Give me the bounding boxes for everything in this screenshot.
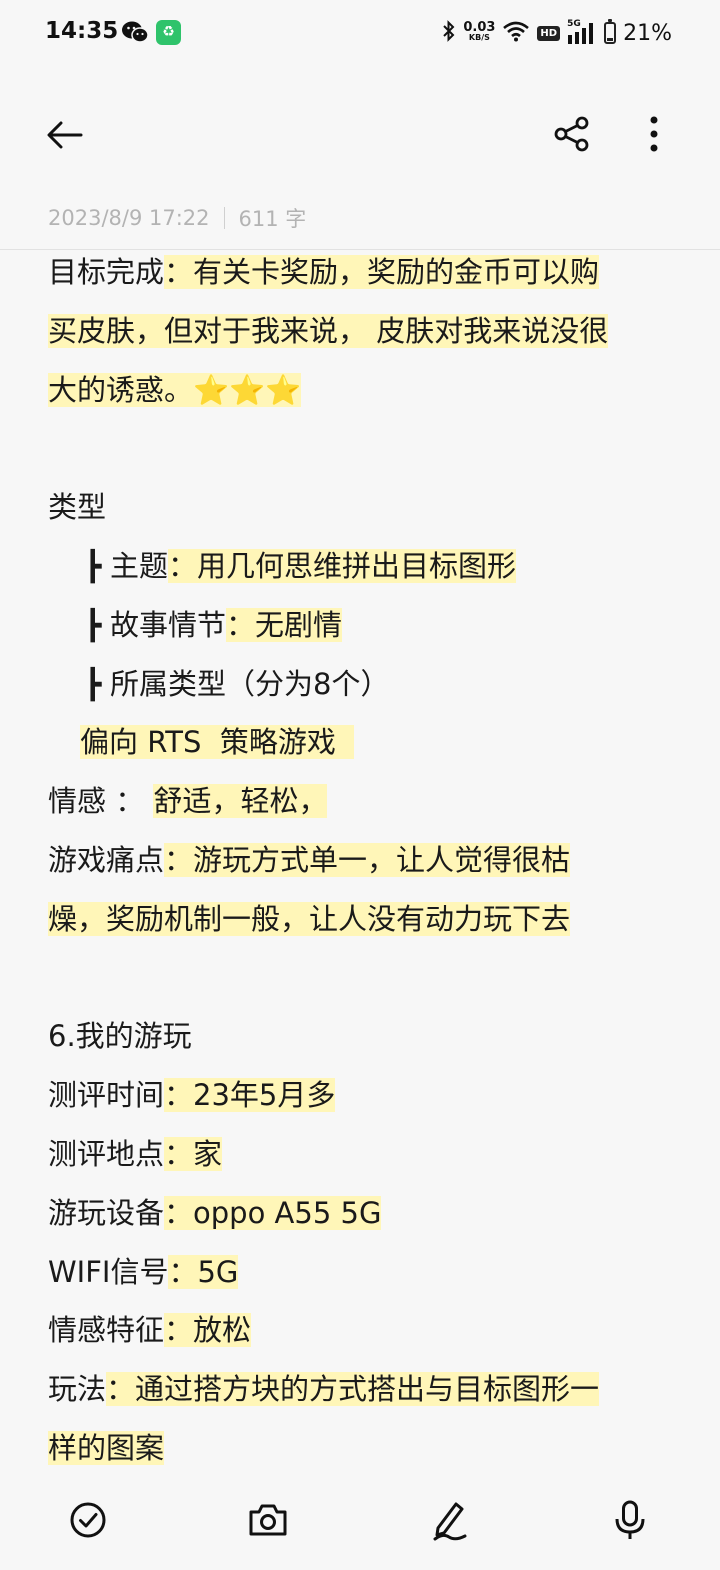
highlight-text: ：oppo A55 5G — [164, 1195, 382, 1230]
hd-voice-badge: HD — [537, 25, 561, 41]
battery-percent: 21% — [623, 20, 672, 46]
wechat-icon — [121, 20, 149, 44]
back-arrow-icon — [47, 121, 83, 149]
theme-label: 主题 — [110, 548, 169, 583]
network-speed: 0.03 KB/S — [463, 20, 496, 42]
note-line: 测评地点：家 — [48, 1125, 688, 1184]
goal-label: 目标完成 — [48, 255, 165, 289]
signal-5g-icon: 5G — [567, 19, 597, 45]
camera-icon — [249, 1504, 287, 1536]
highlight-text: 燥，奖励机制一般，让人没有动力玩下去 — [48, 901, 571, 936]
note-line: 样的图案 — [48, 1419, 688, 1468]
note-line: 偏向 RTS 策略游戏 — [48, 713, 688, 772]
handwriting-button[interactable] — [426, 1496, 474, 1544]
note-line: 大的诱惑。⭐⭐⭐ — [48, 361, 688, 420]
highlight-text: ：有关卡奖励，奖励的金币可以购 — [164, 255, 600, 289]
highlight-text: 买皮肤，但对于我来说， 皮肤对我来说没很 — [48, 313, 609, 348]
voice-input-button[interactable] — [606, 1496, 654, 1544]
checklist-button[interactable] — [64, 1496, 112, 1544]
highlight-text: ：放松 — [164, 1313, 252, 1348]
note-meta: 2023/8/9 17:22 611 字 — [48, 203, 306, 233]
note-line: 情感特征：放松 — [48, 1301, 688, 1360]
meta-divider — [223, 207, 225, 229]
tree-branch: ┣ — [84, 607, 102, 642]
highlight-text: ：用几何思维拼出目标图形 — [168, 548, 517, 583]
share-button[interactable] — [548, 110, 596, 158]
battery-icon — [604, 19, 617, 44]
note-date: 2023/8/9 17:22 — [48, 206, 210, 230]
status-indicators: 0.03 KB/S HD 5G 21% — [442, 18, 672, 48]
note-body[interactable]: 目标完成：有关卡奖励，奖励的金币可以购 买皮肤，但对于我来说， 皮肤对我来说没很… — [48, 243, 688, 1468]
note-line: 游戏痛点：游玩方式单一，让人觉得很枯 — [48, 831, 688, 890]
emotion-label: 情感 ： — [48, 784, 145, 819]
highlight-text: ：无剧情 — [226, 607, 343, 642]
feeling-label: 情感特征 — [48, 1313, 165, 1348]
tree-branch: ┣ — [84, 548, 102, 583]
note-line: 玩法：通过搭方块的方式搭出与目标图形一 — [48, 1360, 688, 1419]
note-line: 测评时间：23年5月多 — [48, 1066, 688, 1125]
app-notification-icon: ♻ — [156, 20, 181, 45]
note-word-count: 611 字 — [238, 207, 307, 231]
status-bar: 14:35 ♻ 0.03 KB/S HD 5G 21% — [0, 0, 720, 66]
tree-branch: ┣ — [84, 666, 102, 701]
highlight-text: 偏向 RTS 策略游戏 — [80, 725, 355, 760]
highlight-text: ：5G — [168, 1254, 239, 1289]
note-line: 燥，奖励机制一般，让人没有动力玩下去 — [48, 890, 688, 949]
note-line: ┣ 所属类型（分为8个） — [48, 655, 688, 714]
device-label: 游玩设备 — [48, 1195, 165, 1230]
back-button[interactable] — [40, 110, 90, 160]
highlight-text: ：23年5月多 — [164, 1078, 336, 1113]
note-line: ┣ 主题：用几何思维拼出目标图形 — [48, 537, 688, 596]
eval-time-label: 测评时间 — [48, 1078, 165, 1113]
highlight-text: ：家 — [164, 1136, 223, 1171]
note-line: 目标完成：有关卡奖励，奖励的金币可以购 — [48, 243, 688, 302]
note-line: ┣ 故事情节：无剧情 — [48, 596, 688, 655]
note-line: 游玩设备：oppo A55 5G — [48, 1184, 688, 1243]
app-bar — [0, 90, 720, 180]
wifi-label: WIFI信号 — [48, 1254, 169, 1289]
more-vertical-icon — [650, 116, 658, 152]
highlight-text: ：游玩方式单一，让人觉得很枯 — [164, 842, 571, 877]
type-heading: 类型 — [48, 490, 107, 525]
share-icon — [554, 116, 589, 152]
note-line: 买皮肤，但对于我来说， 皮肤对我来说没很 — [48, 302, 688, 361]
more-options-button[interactable] — [632, 110, 676, 158]
bottom-toolbar — [0, 1470, 720, 1570]
bluetooth-icon — [442, 19, 456, 47]
highlight-text: 样的图案 — [48, 1430, 165, 1465]
highlight-text: 舒适，轻松， — [153, 784, 328, 819]
gameplay-label: 玩法 — [48, 1372, 107, 1407]
microphone-icon — [615, 1500, 645, 1539]
highlight-text: 大的诱惑。⭐⭐⭐ — [48, 372, 302, 407]
pain-point-label: 游戏痛点 — [48, 842, 165, 877]
section-heading: 6.我的游玩 — [48, 1019, 192, 1054]
camera-button[interactable] — [244, 1496, 292, 1544]
note-line: 情感 ： 舒适，轻松， — [48, 772, 688, 831]
note-line: WIFI信号：5G — [48, 1243, 688, 1302]
eval-place-label: 测评地点 — [48, 1136, 165, 1171]
checklist-icon — [70, 1502, 106, 1538]
highlight-text: ：通过搭方块的方式搭出与目标图形一 — [106, 1372, 600, 1407]
wifi-icon — [502, 20, 530, 46]
genre-label: 所属类型（分为8个） — [110, 666, 390, 701]
story-label: 故事情节 — [110, 607, 227, 642]
handwriting-pen-icon — [433, 1502, 467, 1541]
status-time: 14:35 — [45, 18, 119, 44]
